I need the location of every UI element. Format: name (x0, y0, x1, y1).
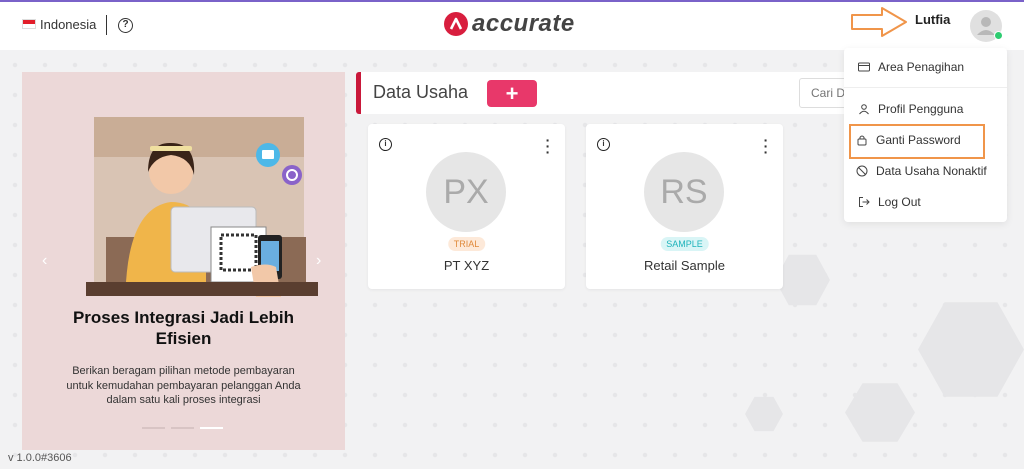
menu-divider (844, 87, 1007, 88)
top-header: Indonesia ? accurate Lutfia (0, 2, 1024, 50)
help-icon[interactable]: ? (118, 18, 133, 33)
menu-item-label: Area Penagihan (878, 60, 965, 74)
carousel-dot-active[interactable] (200, 427, 223, 429)
logout-icon (858, 196, 870, 208)
menu-item-log-out[interactable]: Log Out (858, 192, 921, 212)
online-status-icon (994, 31, 1003, 40)
carousel-indicators (142, 427, 223, 429)
menu-item-label: Log Out (878, 195, 921, 209)
banner-next-button[interactable]: › (316, 252, 321, 270)
logo-text: accurate (472, 10, 575, 37)
highlight-annotation (849, 124, 985, 159)
info-icon[interactable]: i (597, 138, 610, 151)
company-initials: PX (426, 152, 506, 232)
carousel-dot[interactable] (142, 427, 165, 429)
billing-card-icon (858, 61, 870, 73)
company-name[interactable]: Retail Sample (586, 258, 783, 273)
accurate-logo[interactable]: accurate (444, 10, 575, 38)
company-initials: RS (644, 152, 724, 232)
menu-item-profil-pengguna[interactable]: Profil Pengguna (858, 99, 963, 119)
data-usaha-bar: Data Usaha + (356, 72, 909, 114)
company-card[interactable]: i · · · PX TRIAL PT XYZ (368, 124, 565, 289)
menu-item-label: Data Usaha Nonaktif (876, 164, 987, 178)
carousel-dot[interactable] (171, 427, 194, 429)
menu-item-data-usaha-nonaktif[interactable]: Data Usaha Nonaktif (856, 161, 987, 181)
banner-description: Berikan beragam pilihan metode pembayara… (66, 365, 301, 406)
company-name[interactable]: PT XYZ (368, 258, 565, 273)
version-label: v 1.0.0#3606 (8, 452, 72, 464)
menu-item-label: Profil Pengguna (878, 102, 964, 116)
add-company-button[interactable]: + (487, 80, 537, 107)
status-badge: SAMPLE (660, 237, 709, 251)
company-card[interactable]: i · · · RS SAMPLE Retail Sample (586, 124, 783, 289)
menu-item-area-penagihan[interactable]: Area Penagihan (858, 57, 964, 77)
promo-banner: ‹ › Proses Integrasi Jadi Lebih Efisien … (22, 72, 345, 450)
more-vertical-icon[interactable]: · · · (763, 133, 769, 159)
language-selector[interactable]: Indonesia (40, 17, 96, 32)
username-label[interactable]: Lutfia (915, 12, 950, 27)
info-icon[interactable]: i (379, 138, 392, 151)
page-title: Data Usaha (373, 82, 469, 102)
user-icon (858, 103, 870, 115)
accurate-logo-icon (444, 12, 468, 36)
arrow-annotation-icon (851, 7, 907, 37)
more-vertical-icon[interactable]: · · · (545, 133, 551, 159)
indonesia-flag-icon[interactable] (22, 19, 36, 29)
top-accent-line (0, 0, 1024, 2)
block-icon (856, 165, 868, 177)
status-badge: TRIAL (447, 237, 486, 251)
banner-prev-button[interactable]: ‹ (42, 252, 47, 270)
banner-title: Proses Integrasi Jadi Lebih Efisien (72, 308, 295, 348)
header-divider (106, 15, 107, 35)
